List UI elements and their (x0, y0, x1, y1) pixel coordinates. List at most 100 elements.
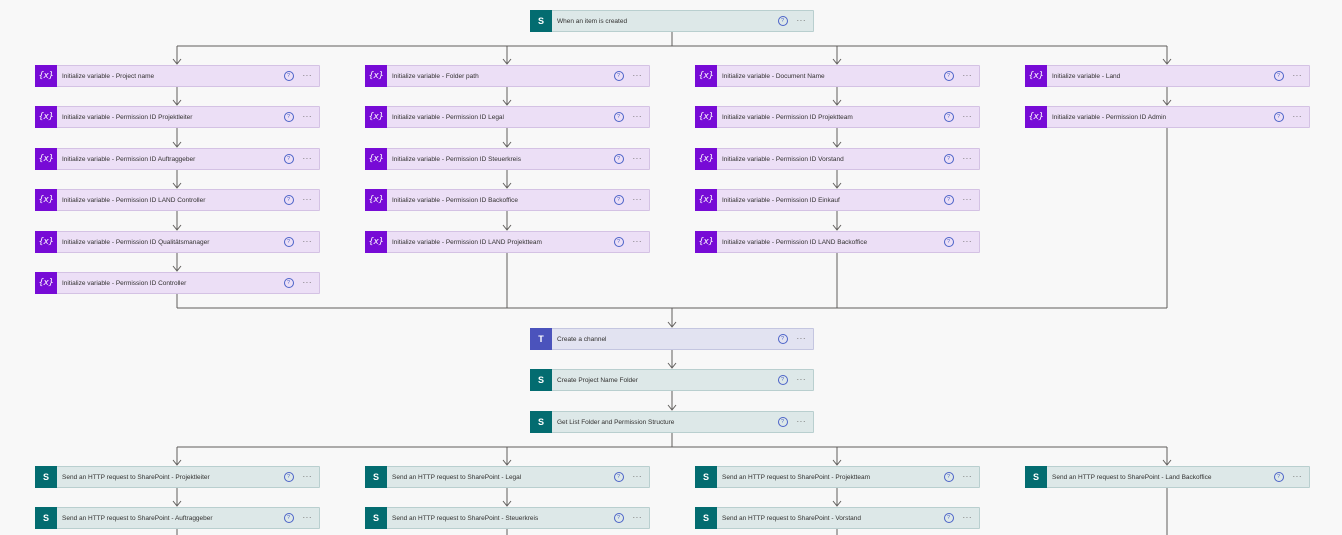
action-title: Initialize variable - Permission ID LAND… (722, 238, 868, 246)
variable-icon: {x} (35, 189, 57, 211)
initialize-variable-action[interactable]: {x} Initialize variable - Permission ID S… (365, 148, 650, 170)
sharepoint-http-request-action[interactable]: S Send an HTTP request to SharePoint - Pr… (35, 466, 320, 488)
initialize-variable-action[interactable]: {x} Initialize variable - Permission ID P… (35, 106, 320, 128)
initialize-variable-action[interactable]: {x} Initialize variable - Permission ID A… (1025, 106, 1310, 128)
help-icon[interactable]: ? (943, 112, 954, 122)
initialize-variable-action[interactable]: {x} Initialize variable - Permission ID B… (365, 189, 650, 211)
help-icon[interactable]: ? (613, 237, 624, 247)
initialize-variable-action[interactable]: {x} Initialize variable - Permission ID L… (35, 189, 320, 211)
action-title: Create Project Name Folder (557, 376, 638, 384)
more-options-button[interactable]: ··· (797, 376, 807, 384)
initialize-variable-action[interactable]: {x} Initialize variable - Folder path? ··· (365, 65, 650, 87)
trigger-when-an-item-is-created[interactable]: S When an item is created? ··· (530, 10, 814, 32)
help-icon[interactable]: ? (613, 513, 624, 523)
middle-step-action[interactable]: T Create a channel? ··· (530, 328, 814, 350)
initialize-variable-action[interactable]: {x} Initialize variable - Document Name? ·… (695, 65, 980, 87)
more-options-button[interactable]: ··· (633, 514, 643, 522)
more-options-button[interactable]: ··· (963, 514, 973, 522)
initialize-variable-action[interactable]: {x} Initialize variable - Land? ··· (1025, 65, 1310, 87)
more-options-button[interactable]: ··· (303, 72, 313, 80)
middle-step-action[interactable]: S Create Project Name Folder? ··· (530, 369, 814, 391)
help-icon[interactable]: ? (613, 71, 624, 81)
help-icon[interactable]: ? (283, 513, 294, 523)
help-icon[interactable]: ? (943, 237, 954, 247)
help-icon[interactable]: ? (1273, 71, 1284, 81)
sharepoint-http-request-action[interactable]: S Send an HTTP request to SharePoint - St… (365, 507, 650, 529)
help-icon[interactable]: ? (943, 195, 954, 205)
initialize-variable-action[interactable]: {x} Initialize variable - Permission ID L… (365, 106, 650, 128)
more-options-button[interactable]: ··· (303, 113, 313, 121)
help-icon[interactable]: ? (283, 154, 294, 164)
initialize-variable-action[interactable]: {x} Initialize variable - Permission ID V… (695, 148, 980, 170)
more-options-button[interactable]: ··· (633, 238, 643, 246)
help-icon[interactable]: ? (283, 112, 294, 122)
more-options-button[interactable]: ··· (797, 335, 807, 343)
initialize-variable-action[interactable]: {x} Initialize variable - Permission ID P… (695, 106, 980, 128)
initialize-variable-action[interactable]: {x} Initialize variable - Permission ID A… (35, 148, 320, 170)
more-options-button[interactable]: ··· (633, 113, 643, 121)
sharepoint-http-request-action[interactable]: S Send an HTTP request to SharePoint - Vo… (695, 507, 980, 529)
help-icon[interactable]: ? (777, 334, 788, 344)
more-options-button[interactable]: ··· (1293, 473, 1303, 481)
help-icon[interactable]: ? (777, 16, 788, 26)
more-options-button[interactable]: ··· (963, 155, 973, 163)
action-title: Initialize variable - Permission ID Steu… (392, 155, 521, 163)
more-options-button[interactable]: ··· (303, 155, 313, 163)
help-icon[interactable]: ? (283, 71, 294, 81)
variable-icon: {x} (35, 272, 57, 294)
more-options-button[interactable]: ··· (963, 196, 973, 204)
help-icon[interactable]: ? (613, 195, 624, 205)
action-title: Initialize variable - Permission ID Back… (392, 196, 518, 204)
more-options-button[interactable]: ··· (963, 238, 973, 246)
variable-icon: {x} (365, 231, 387, 253)
help-icon[interactable]: ? (777, 375, 788, 385)
help-icon[interactable]: ? (1273, 472, 1284, 482)
variable-icon: {x} (695, 65, 717, 87)
initialize-variable-action[interactable]: {x} Initialize variable - Permission ID L… (365, 231, 650, 253)
initialize-variable-action[interactable]: {x} Initialize variable - Permission ID L… (695, 231, 980, 253)
help-icon[interactable]: ? (283, 195, 294, 205)
help-icon[interactable]: ? (613, 154, 624, 164)
help-icon[interactable]: ? (613, 112, 624, 122)
initialize-variable-action[interactable]: {x} Initialize variable - Permission ID E… (695, 189, 980, 211)
help-icon[interactable]: ? (777, 417, 788, 427)
help-icon[interactable]: ? (1273, 112, 1284, 122)
more-options-button[interactable]: ··· (963, 113, 973, 121)
initialize-variable-action[interactable]: {x} Initialize variable - Permission ID Q… (35, 231, 320, 253)
more-options-button[interactable]: ··· (303, 196, 313, 204)
sharepoint-http-request-action[interactable]: S Send an HTTP request to SharePoint - La… (1025, 466, 1310, 488)
more-options-button[interactable]: ··· (1293, 72, 1303, 80)
action-title: Initialize variable - Permission ID Proj… (62, 113, 193, 121)
more-options-button[interactable]: ··· (303, 514, 313, 522)
more-options-button[interactable]: ··· (303, 238, 313, 246)
help-icon[interactable]: ? (943, 472, 954, 482)
more-options-button[interactable]: ··· (633, 196, 643, 204)
help-icon[interactable]: ? (943, 154, 954, 164)
help-icon[interactable]: ? (943, 513, 954, 523)
sharepoint-icon: S (35, 507, 57, 529)
more-options-button[interactable]: ··· (633, 72, 643, 80)
sharepoint-icon: S (530, 411, 552, 433)
sharepoint-http-request-action[interactable]: S Send an HTTP request to SharePoint - Pr… (695, 466, 980, 488)
more-options-button[interactable]: ··· (963, 72, 973, 80)
more-options-button[interactable]: ··· (633, 155, 643, 163)
more-options-button[interactable]: ··· (963, 473, 973, 481)
help-icon[interactable]: ? (283, 237, 294, 247)
sharepoint-http-request-action[interactable]: S Send an HTTP request to SharePoint - Le… (365, 466, 650, 488)
more-options-button[interactable]: ··· (303, 473, 313, 481)
help-icon[interactable]: ? (613, 472, 624, 482)
initialize-variable-action[interactable]: {x} Initialize variable - Permission ID C… (35, 272, 320, 294)
more-options-button[interactable]: ··· (797, 17, 807, 25)
initialize-variable-action[interactable]: {x} Initialize variable - Project name? ··… (35, 65, 320, 87)
more-options-button[interactable]: ··· (1293, 113, 1303, 121)
help-icon[interactable]: ? (943, 71, 954, 81)
sharepoint-http-request-action[interactable]: S Send an HTTP request to SharePoint - Au… (35, 507, 320, 529)
help-icon[interactable]: ? (283, 278, 294, 288)
action-title: Send an HTTP request to SharePoint - Auf… (62, 514, 213, 522)
more-options-button[interactable]: ··· (303, 279, 313, 287)
action-title: Initialize variable - Permission ID Lega… (392, 113, 504, 121)
more-options-button[interactable]: ··· (633, 473, 643, 481)
middle-step-action[interactable]: S Get List Folder and Permission Structur… (530, 411, 814, 433)
help-icon[interactable]: ? (283, 472, 294, 482)
more-options-button[interactable]: ··· (797, 418, 807, 426)
